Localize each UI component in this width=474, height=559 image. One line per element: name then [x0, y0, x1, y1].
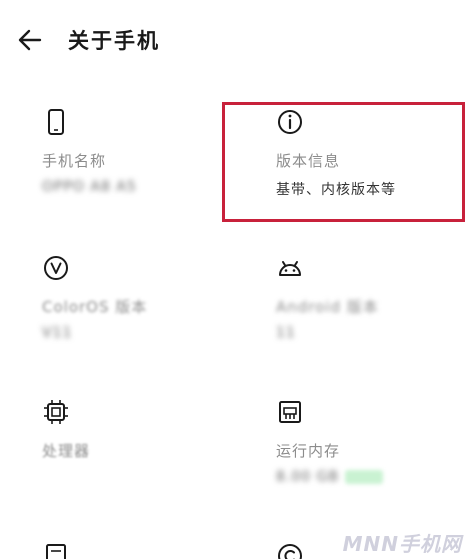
coloros-v-icon: [44, 256, 68, 280]
phone-name-value: OPPO A8 A5: [42, 179, 137, 195]
phone-icon: [48, 109, 64, 135]
memory-icon: [279, 401, 301, 423]
storage-card[interactable]: [42, 542, 242, 559]
copyright-icon: [278, 544, 302, 559]
processor-card[interactable]: 处理器: [42, 398, 242, 469]
android-version-card[interactable]: Android 版本 11: [276, 254, 474, 341]
processor-label: 处理器: [42, 442, 91, 460]
coloros-version-card[interactable]: ColorOS 版本 V11: [42, 254, 242, 341]
top-bar: 关于手机: [0, 0, 474, 80]
back-button[interactable]: [10, 20, 50, 60]
watermark-logo: MNN手机网: [342, 532, 462, 556]
phone-name-label: 手机名称: [42, 152, 107, 170]
page-title: 关于手机: [68, 29, 160, 53]
android-version-label: Android 版本: [276, 298, 379, 316]
back-arrow-icon: [18, 29, 42, 51]
storage-icon: [46, 544, 66, 559]
coloros-version-value: V11: [42, 325, 73, 341]
ram-label: 运行内存: [276, 442, 341, 460]
coloros-version-label: ColorOS 版本: [42, 298, 148, 316]
status-mark: [345, 470, 383, 484]
about-phone-screen: 关于手机 手机名称 OPPO A8 A5 版本信息 基带、内核版本等 Color…: [0, 0, 474, 559]
processor-chip-icon: [44, 400, 68, 424]
phone-name-card[interactable]: 手机名称 OPPO A8 A5: [42, 108, 242, 195]
highlight-box: [222, 102, 465, 222]
android-version-value: 11: [276, 325, 296, 341]
android-icon: [279, 261, 301, 276]
